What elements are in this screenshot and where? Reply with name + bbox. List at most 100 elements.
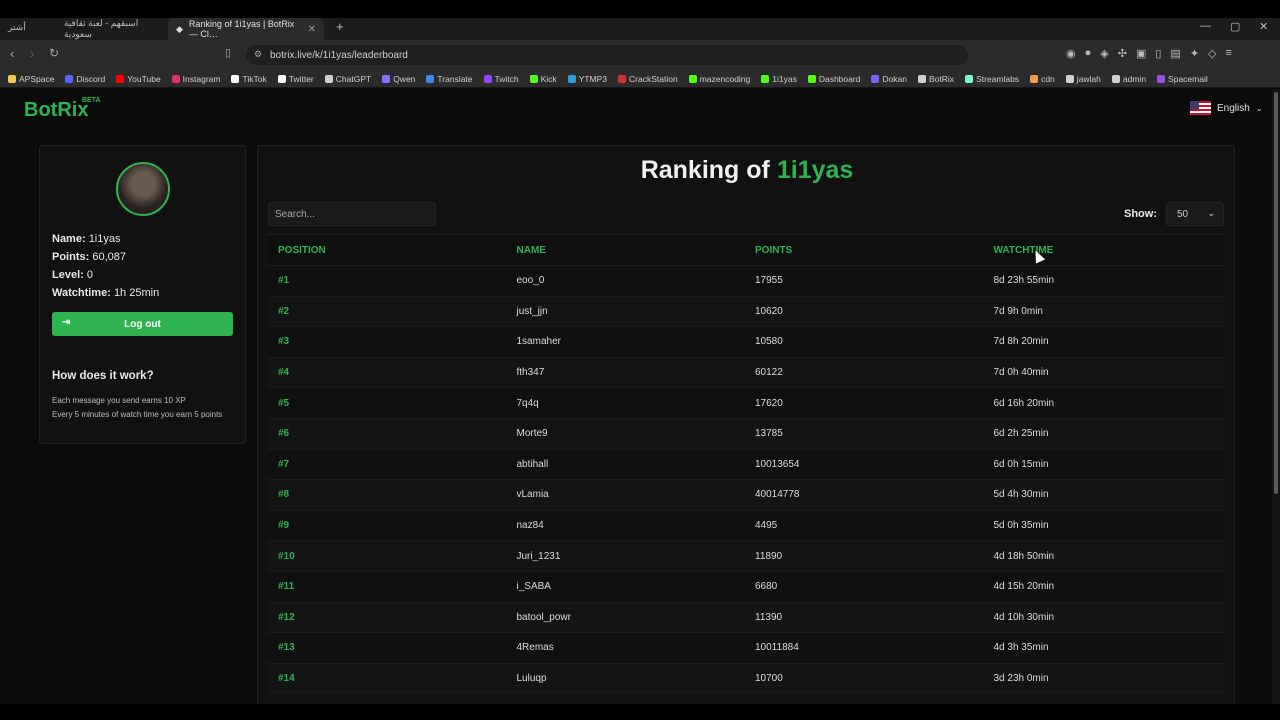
bookmark-item[interactable]: jawlah <box>1065 73 1101 84</box>
logout-icon: ⇥ <box>62 317 71 328</box>
cell-watchtime: 4d 3h 35min <box>993 642 1049 654</box>
new-tab-icon[interactable]: + <box>336 19 344 34</box>
logout-button[interactable]: ⇥ Log out <box>52 312 233 336</box>
app-menu-icon[interactable]: أشتر <box>8 22 26 33</box>
column-header-position[interactable]: POSITION <box>268 245 507 256</box>
bookmark-item[interactable]: Kick <box>529 74 557 84</box>
bookmark-favicon-icon <box>567 74 576 83</box>
language-selector[interactable]: English ⌄ <box>1190 101 1263 115</box>
cell-name: Luluqp <box>516 673 547 685</box>
cell-watchtime: 6d 2h 25min <box>993 428 1049 440</box>
page-title: Ranking of 1i1yas <box>640 156 854 184</box>
bookmark-favicon-icon <box>8 74 16 83</box>
bookmark-item[interactable]: YTMP3 <box>567 74 607 84</box>
reload-icon[interactable]: ↻ <box>49 46 59 60</box>
cell-name: vLamia <box>516 489 549 501</box>
table-body: #1 eoo_0 17955 8d 23h 55min #2 just_jjn 10620 7… <box>268 266 1224 695</box>
bookmark-label: BotRix <box>929 73 955 84</box>
show-label: Show: <box>1124 208 1157 220</box>
bookmark-item[interactable]: Twitch <box>483 74 519 84</box>
bookmark-item[interactable]: 1i1yas <box>761 74 797 84</box>
leaderboard-table: POSITION NAME POINTS WATCHTIME #1 eoo_0 17… <box>268 234 1224 695</box>
cell-points: 4495 <box>755 520 778 532</box>
bookmark-label: Translate <box>437 73 473 84</box>
site-info-icon[interactable]: ⚙ <box>254 49 262 60</box>
maximize-icon[interactable]: ▢ <box>1230 20 1240 33</box>
bookmark-favicon-icon <box>871 74 880 83</box>
page-size-select[interactable]: 50 ⌄ <box>1166 202 1224 226</box>
bookmark-label: TikTok <box>242 73 267 84</box>
extension-icon[interactable]: ◈ <box>1100 47 1108 60</box>
cell-points: 11390 <box>755 611 783 623</box>
cell-points: 10580 <box>755 336 783 348</box>
back-icon[interactable]: ‹ <box>10 46 14 61</box>
cell-points: 17620 <box>755 397 783 409</box>
bookmark-label: cdn <box>1041 73 1055 84</box>
cell-points: 13785 <box>755 428 783 440</box>
extensions-puzzle-icon[interactable]: ✣ <box>1118 47 1127 60</box>
bookmark-item[interactable]: Streamlabs <box>965 74 1019 84</box>
cell-position: #12 <box>278 611 295 623</box>
bookmark-item[interactable]: BotRix <box>918 74 954 84</box>
bookmark-favicon-icon <box>1111 74 1120 83</box>
tab-search-icon[interactable]: ▣ <box>1136 47 1146 60</box>
bookmark-favicon-icon <box>65 74 74 83</box>
profile-points-line: Points: 60,087 <box>52 251 126 263</box>
forward-icon[interactable]: › <box>30 46 34 61</box>
bookmark-favicon-icon <box>426 74 435 83</box>
shield-icon[interactable]: ◇ <box>1208 47 1216 60</box>
bookmark-item[interactable]: Dashboard <box>807 74 860 84</box>
bookmark-favicon-icon <box>688 74 697 83</box>
bookmark-item[interactable]: Discord <box>65 74 105 84</box>
minimize-icon[interactable]: — <box>1200 20 1211 32</box>
menu-icon[interactable]: ≡ <box>1226 47 1232 60</box>
bookmark-item[interactable]: cdn <box>1030 74 1055 84</box>
bookmark-item[interactable]: Translate <box>426 73 473 84</box>
column-header-watchtime[interactable]: WATCHTIME <box>984 245 1224 256</box>
bookmark-item[interactable]: TikTok <box>231 73 267 84</box>
search-input[interactable] <box>268 202 436 226</box>
cell-watchtime: 4d 10h 30min <box>993 611 1055 623</box>
bookmark-item[interactable]: Dokan <box>871 74 907 84</box>
cell-position: #5 <box>278 397 290 409</box>
bookmark-item[interactable]: Instagram <box>171 74 220 84</box>
bookmark-item[interactable]: admin <box>1111 74 1146 84</box>
bookmark-item[interactable]: YouTube <box>116 74 161 84</box>
cell-points: 6680 <box>755 581 778 593</box>
bookmark-item[interactable]: mazencoding <box>688 74 750 84</box>
column-header-name[interactable]: NAME <box>507 245 746 256</box>
profile-name-line: Name: 1i1yas <box>52 233 121 245</box>
bookmark-item[interactable]: CrackStation <box>618 74 678 84</box>
scrollbar-thumb[interactable] <box>1274 92 1278 494</box>
sidebar-icon[interactable]: ▯ <box>1155 47 1161 60</box>
how-it-works-title: How does it work? <box>52 370 154 382</box>
wallet-icon[interactable]: ▤ <box>1170 47 1180 60</box>
bookmark-icon[interactable]: ▯ <box>225 46 231 59</box>
close-tab-icon[interactable]: ✕ <box>308 24 316 35</box>
sparkle-icon[interactable]: ✦ <box>1190 47 1199 60</box>
extension-icon[interactable]: ● <box>1085 47 1092 60</box>
extension-icon[interactable]: ◉ <box>1066 47 1076 60</box>
cell-name: naz84 <box>516 520 544 532</box>
cell-name: abtihall <box>516 458 549 470</box>
tab-active[interactable]: ◆ Ranking of 1i1yas | BotRix — Cl… ✕ <box>168 18 324 40</box>
cell-points: 10700 <box>755 673 783 685</box>
table-row: #14 Luluqp 10700 3d 23h 0min <box>268 663 1224 695</box>
bookmark-item[interactable]: Qwen <box>382 74 415 84</box>
bookmark-item[interactable]: Spacemail <box>1157 74 1208 84</box>
bookmark-item[interactable]: ChatGPT <box>324 74 371 84</box>
bookmark-label: Twitter <box>288 73 314 84</box>
table-row: #3 1samaher 10580 7d 8h 20min <box>268 327 1224 358</box>
bookmark-item[interactable]: APSpace <box>8 74 54 84</box>
bookmark-label: jawlah <box>1076 73 1101 84</box>
url-field[interactable]: ⚙ botrix.live/k/1i1yas/leaderboard <box>246 45 968 65</box>
brand-logo[interactable]: BotRix <box>24 99 88 122</box>
close-window-icon[interactable]: ✕ <box>1259 20 1268 33</box>
cell-watchtime: 6d 0h 15min <box>993 458 1049 470</box>
tab-favicon-icon: ◆ <box>176 23 183 34</box>
chevron-down-icon: ⌄ <box>1255 103 1263 113</box>
tab-inactive[interactable]: اسبقهم - لعبة ثقافية سعودية <box>56 18 166 40</box>
bookmark-item[interactable]: Twitter <box>277 73 314 84</box>
column-header-points[interactable]: POINTS <box>745 245 984 256</box>
bookmark-favicon-icon <box>483 74 492 83</box>
